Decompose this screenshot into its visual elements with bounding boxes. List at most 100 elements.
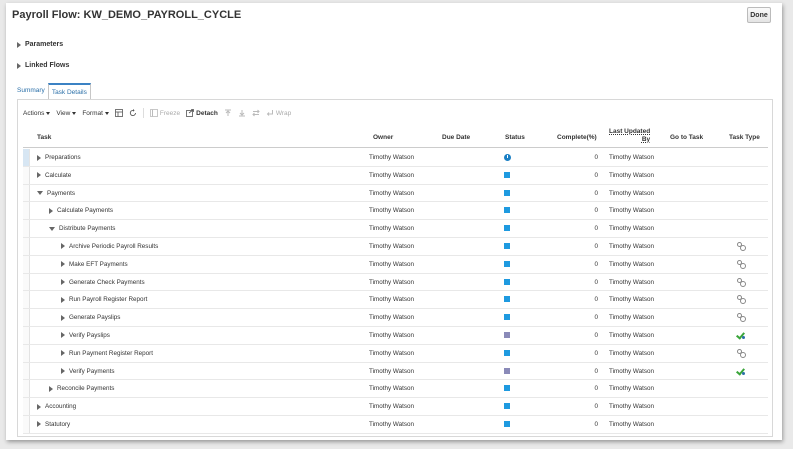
- column-header-status[interactable]: Status: [505, 134, 525, 141]
- row-selector[interactable]: [23, 344, 30, 362]
- expand-triangle-icon[interactable]: [37, 154, 41, 161]
- column-header-task-type[interactable]: Task Type: [729, 134, 760, 141]
- row-selector[interactable]: [23, 184, 30, 202]
- actions-label: Actions: [23, 109, 45, 117]
- table-row[interactable]: Payments Timothy Watson 0 Timothy Watson: [23, 184, 768, 203]
- last-updated-by-cell: Timothy Watson: [609, 225, 655, 233]
- table-row[interactable]: Verify Payments Timothy Watson 0 Timothy Wa…: [23, 362, 768, 381]
- table-row[interactable]: Make EFT Payments Timothy Watson 0 Timothy …: [23, 255, 768, 274]
- expand-triangle-icon[interactable]: [61, 350, 65, 357]
- actions-menu[interactable]: Actions: [23, 109, 51, 117]
- expand-triangle-icon[interactable]: [37, 403, 41, 410]
- expand-triangle-icon[interactable]: [61, 368, 65, 375]
- reorder-button[interactable]: [252, 109, 260, 117]
- table-row[interactable]: Accounting Timothy Watson 0 Timothy Watson: [23, 398, 768, 416]
- expand-triangle-icon[interactable]: [49, 385, 53, 392]
- row-selector[interactable]: [23, 255, 30, 273]
- expand-triangle-icon[interactable]: [61, 332, 65, 339]
- table-row[interactable]: Generate Check Payments Timothy Watson 0 Ti…: [23, 273, 768, 292]
- table-row[interactable]: Run Payment Register Report Timothy Watso…: [23, 344, 768, 363]
- complete-cell: 0: [594, 349, 598, 357]
- wrap-button[interactable]: Wrap: [266, 109, 291, 117]
- collapse-triangle-icon[interactable]: [37, 191, 43, 196]
- table-row[interactable]: Calculate Payments Timothy Watson 0 Timothy…: [23, 202, 768, 221]
- move-top-button[interactable]: [224, 109, 232, 117]
- refresh-button[interactable]: [129, 109, 137, 117]
- task-name: Payments: [47, 189, 75, 197]
- expand-triangle-icon[interactable]: [61, 261, 65, 268]
- status-square-icon: [504, 420, 510, 427]
- tab-summary[interactable]: Summary: [14, 83, 48, 100]
- manual-task-check-icon: [737, 367, 746, 376]
- expand-triangle-icon[interactable]: [37, 172, 41, 179]
- expand-triangle-icon[interactable]: [61, 296, 65, 303]
- collapse-triangle-icon[interactable]: [49, 226, 55, 231]
- expand-triangle-icon[interactable]: [61, 279, 65, 286]
- last-updated-by-cell: Timothy Watson: [609, 278, 655, 286]
- row-selector[interactable]: [23, 398, 30, 415]
- automated-task-gear-icon: [737, 313, 746, 323]
- table-row[interactable]: Preparations Timothy Watson 0 Timothy Watso…: [23, 149, 768, 167]
- move-bottom-icon: [238, 110, 245, 117]
- task-cell: Run Payment Register Report: [61, 350, 153, 357]
- task-name: Reconcile Payments: [57, 385, 115, 393]
- task-cell: Verify Payslips: [61, 332, 110, 339]
- last-updated-by-cell: Timothy Watson: [609, 385, 655, 393]
- task-cell: Run Payroll Register Report: [61, 296, 147, 303]
- table-row[interactable]: Statutory Timothy Watson 0 Timothy Watson: [23, 415, 768, 434]
- row-selector[interactable]: [23, 237, 30, 255]
- table-row[interactable]: Calculate Timothy Watson 0 Timothy Watson: [23, 166, 768, 185]
- table-row[interactable]: Archive Periodic Payroll Results Timothy …: [23, 237, 768, 256]
- linked-flows-section-toggle[interactable]: Linked Flows: [17, 62, 69, 69]
- view-menu[interactable]: View: [56, 109, 77, 117]
- owner-cell: Timothy Watson: [369, 278, 415, 286]
- table-row[interactable]: Generate Payslips Timothy Watson 0 Timothy …: [23, 309, 768, 327]
- expand-triangle-icon[interactable]: [61, 314, 65, 321]
- row-selector[interactable]: [23, 326, 30, 344]
- task-name: Verify Payslips: [69, 331, 110, 339]
- expand-triangle-icon: [17, 41, 21, 48]
- row-selector[interactable]: [23, 380, 30, 398]
- table-row[interactable]: Distribute Payments Timothy Watson 0 Timoth…: [23, 220, 768, 238]
- row-selector[interactable]: [23, 362, 30, 380]
- owner-cell: Timothy Watson: [369, 242, 415, 250]
- row-selector[interactable]: [23, 166, 30, 184]
- column-header-last-updated-by[interactable]: Last Updated By: [609, 128, 650, 144]
- complete-cell: 0: [594, 242, 598, 250]
- task-cell: Calculate Payments: [49, 207, 113, 214]
- columns-button[interactable]: [115, 109, 123, 117]
- expand-triangle-icon[interactable]: [37, 421, 41, 428]
- table-row[interactable]: Reconcile Payments Timothy Watson 0 Timothy…: [23, 380, 768, 399]
- row-selector[interactable]: [23, 291, 30, 309]
- row-selector[interactable]: [23, 149, 30, 166]
- freeze-button[interactable]: Freeze: [150, 109, 180, 117]
- format-menu[interactable]: Format: [82, 110, 109, 117]
- done-button[interactable]: Done: [747, 7, 771, 23]
- task-name: Generate Check Payments: [69, 278, 145, 286]
- move-bottom-button[interactable]: [238, 109, 246, 117]
- row-selector[interactable]: [23, 273, 30, 291]
- table-row[interactable]: Run Payroll Register Report Timothy Watso…: [23, 291, 768, 310]
- tab-task-details[interactable]: Task Details: [47, 83, 91, 100]
- expand-triangle-icon[interactable]: [49, 207, 53, 214]
- row-selector[interactable]: [23, 220, 30, 237]
- column-header-complete[interactable]: Complete(%): [557, 134, 597, 141]
- column-header-due-date[interactable]: Due Date: [442, 134, 470, 141]
- status-square-icon: [504, 314, 510, 321]
- complete-cell: 0: [594, 154, 598, 161]
- detach-button[interactable]: Detach: [186, 109, 218, 117]
- table-row[interactable]: Verify Payslips Timothy Watson 0 Timothy Wa…: [23, 326, 768, 345]
- view-label: View: [56, 109, 71, 117]
- last-updated-by-cell: Timothy Watson: [609, 242, 655, 250]
- status-square-icon: [504, 171, 510, 178]
- column-header-task[interactable]: Task: [37, 134, 51, 141]
- row-selector[interactable]: [23, 202, 30, 220]
- row-selector[interactable]: [23, 309, 30, 326]
- row-selector[interactable]: [23, 415, 30, 433]
- parameters-section-toggle[interactable]: Parameters: [17, 41, 63, 48]
- expand-triangle-icon[interactable]: [61, 243, 65, 250]
- column-header-go-to-task[interactable]: Go to Task: [670, 134, 703, 141]
- column-header-owner[interactable]: Owner: [373, 134, 393, 141]
- automated-task-gear-icon: [737, 348, 746, 358]
- owner-cell: Timothy Watson: [369, 207, 415, 215]
